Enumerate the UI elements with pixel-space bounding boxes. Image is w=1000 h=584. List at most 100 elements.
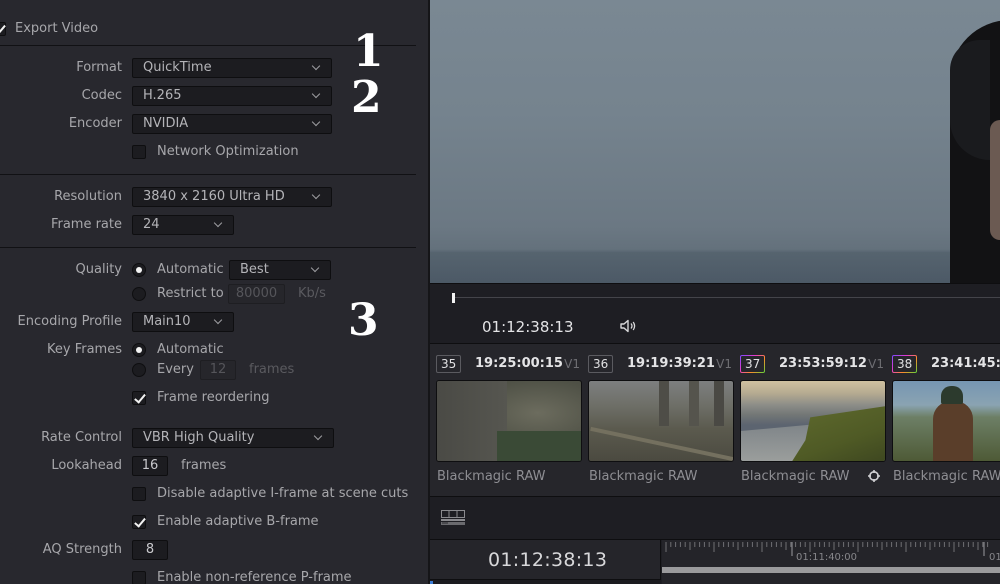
encoding-profile-value: Main10 — [143, 314, 191, 329]
encoder-value: NVIDIA — [143, 116, 189, 131]
lookahead-label: Lookahead — [51, 458, 122, 473]
clip-thumbnail[interactable]: 38 23:41:45:20 Blackmagic RAW — [868, 344, 1000, 497]
key-frames-label: Key Frames — [47, 342, 122, 357]
clip-thumbnail[interactable]: 36 19:19:39:21 V1 Blackmagic RAW — [582, 344, 734, 497]
ruler-label: 01:11:40:00 — [796, 552, 858, 563]
annotation-3: 3 — [348, 295, 379, 346]
viewer-frame-sea — [430, 252, 1000, 283]
resolution-value: 3840 x 2160 Ultra HD — [143, 189, 285, 204]
frame-reordering-label: Frame reordering — [157, 390, 270, 405]
timeline-layout-icon[interactable] — [441, 510, 465, 525]
clip-preview-image — [436, 380, 582, 462]
bitrate-input[interactable]: 80000 — [228, 284, 285, 304]
timeline-range-bar[interactable] — [662, 567, 1000, 573]
quality-select[interactable]: Best — [229, 260, 331, 280]
disable-adaptive-iframe-checkbox[interactable] — [132, 487, 146, 501]
key-frames-interval-input[interactable]: 12 — [200, 360, 236, 380]
timeline-timecode-box: 01:12:38:13 — [430, 540, 661, 580]
enable-nonref-pframe-checkbox[interactable] — [132, 571, 146, 584]
encoder-select[interactable]: NVIDIA — [132, 114, 332, 134]
timeline-toolbar — [430, 496, 1000, 539]
export-video-checkbox[interactable] — [0, 22, 6, 36]
timeline-ruler[interactable]: 01:11:40:00 01 — [662, 540, 1000, 584]
video-viewer[interactable] — [430, 0, 1000, 283]
tracker-target-icon — [868, 470, 880, 482]
chevron-down-icon — [312, 265, 320, 273]
aq-strength-input[interactable]: 8 — [132, 540, 168, 560]
clip-codec-caption: Blackmagic RAW — [741, 469, 850, 484]
frame-rate-select[interactable]: 24 — [132, 215, 234, 235]
section-divider — [0, 174, 416, 175]
section-divider — [0, 247, 416, 248]
timeline-timecode: 01:12:38:13 — [488, 549, 608, 571]
clip-preview-image — [740, 380, 886, 462]
clip-track: V1 — [716, 357, 732, 371]
chevron-down-icon — [313, 192, 321, 200]
clip-thumbnail[interactable]: 37 23:53:59:12 V1 Blackmagic RAW — [734, 344, 886, 497]
encoding-profile-select[interactable]: Main10 — [132, 312, 234, 332]
clips-strip: 35 19:25:00:15 V1 Blackmagic RAW 36 19:1… — [430, 343, 1000, 496]
playhead-handle[interactable] — [452, 293, 455, 303]
viewer-frame-hair — [950, 40, 990, 160]
clip-codec-caption: Blackmagic RAW — [437, 469, 546, 484]
resolution-select[interactable]: 3840 x 2160 Ultra HD — [132, 187, 332, 207]
viewer-frame-face — [990, 120, 1000, 240]
enable-adaptive-bframe-checkbox[interactable] — [132, 515, 146, 529]
clip-number-badge: 38 — [892, 355, 917, 373]
quality-value: Best — [240, 262, 269, 277]
network-optimization-label: Network Optimization — [157, 144, 299, 159]
encoder-label: Encoder — [68, 116, 122, 131]
quality-restrict-radio[interactable] — [132, 287, 146, 301]
clip-timecode: 19:25:00:15 — [475, 356, 563, 371]
chevron-down-icon — [313, 91, 321, 99]
lookahead-input[interactable]: 16 — [132, 456, 168, 476]
chevron-down-icon — [215, 317, 223, 325]
chevron-down-icon — [313, 119, 321, 127]
clip-timecode: 19:19:39:21 — [627, 356, 715, 371]
format-label: Format — [76, 60, 122, 75]
key-frames-automatic-label: Automatic — [157, 342, 224, 357]
frame-reordering-checkbox[interactable] — [132, 391, 146, 405]
clip-thumbnail[interactable]: 35 19:25:00:15 V1 Blackmagic RAW — [430, 344, 582, 497]
network-optimization-checkbox[interactable] — [132, 145, 146, 159]
chevron-down-icon — [215, 220, 223, 228]
format-value: QuickTime — [143, 60, 212, 75]
clip-number-badge: 36 — [588, 355, 614, 373]
codec-select[interactable]: H.265 — [132, 86, 332, 106]
rate-control-value: VBR High Quality — [143, 430, 255, 445]
disable-adaptive-iframe-label: Disable adaptive I-frame at scene cuts — [157, 486, 409, 501]
chevron-down-icon — [313, 63, 321, 71]
clip-number-badge: 35 — [436, 355, 462, 373]
key-frames-unit: frames — [249, 362, 295, 377]
rate-control-select[interactable]: VBR High Quality — [132, 428, 334, 448]
key-frames-every-label: Every — [157, 362, 194, 377]
chevron-down-icon — [315, 433, 323, 441]
format-select[interactable]: QuickTime — [132, 58, 332, 78]
clip-codec-caption: Blackmagic RAW — [893, 469, 1000, 484]
export-settings-panel: Export Video 1 2 3 Format QuickTime Code… — [0, 0, 428, 584]
clip-timecode: 23:41:45:20 — [931, 356, 1000, 371]
encoding-profile-label: Encoding Profile — [17, 314, 122, 329]
key-frames-automatic-radio[interactable] — [132, 343, 146, 357]
quality-restrict-label: Restrict to — [157, 286, 224, 301]
resolution-label: Resolution — [54, 189, 122, 204]
viewer-timecode: 01:12:38:13 — [482, 318, 574, 336]
clip-timecode: 23:53:59:12 — [779, 356, 867, 371]
scrubber-track[interactable] — [452, 297, 1000, 298]
codec-label: Codec — [81, 88, 122, 103]
frame-rate-value: 24 — [143, 217, 160, 232]
speaker-icon[interactable] — [620, 319, 638, 333]
transport-bar: 01:12:38:13 — [430, 283, 1000, 343]
key-frames-every-radio[interactable] — [132, 363, 146, 377]
bitrate-unit: Kb/s — [298, 286, 326, 301]
clip-codec-caption: Blackmagic RAW — [589, 469, 698, 484]
annotation-2: 2 — [351, 72, 382, 123]
aq-strength-label: AQ Strength — [42, 542, 122, 557]
annotation-1: 1 — [353, 26, 384, 77]
lookahead-unit: frames — [181, 458, 227, 473]
frame-rate-label: Frame rate — [50, 217, 122, 232]
quality-automatic-radio[interactable] — [132, 263, 146, 277]
clip-preview-image — [892, 380, 1000, 462]
ruler-label: 01 — [989, 552, 1000, 563]
clip-track: V1 — [564, 357, 580, 371]
